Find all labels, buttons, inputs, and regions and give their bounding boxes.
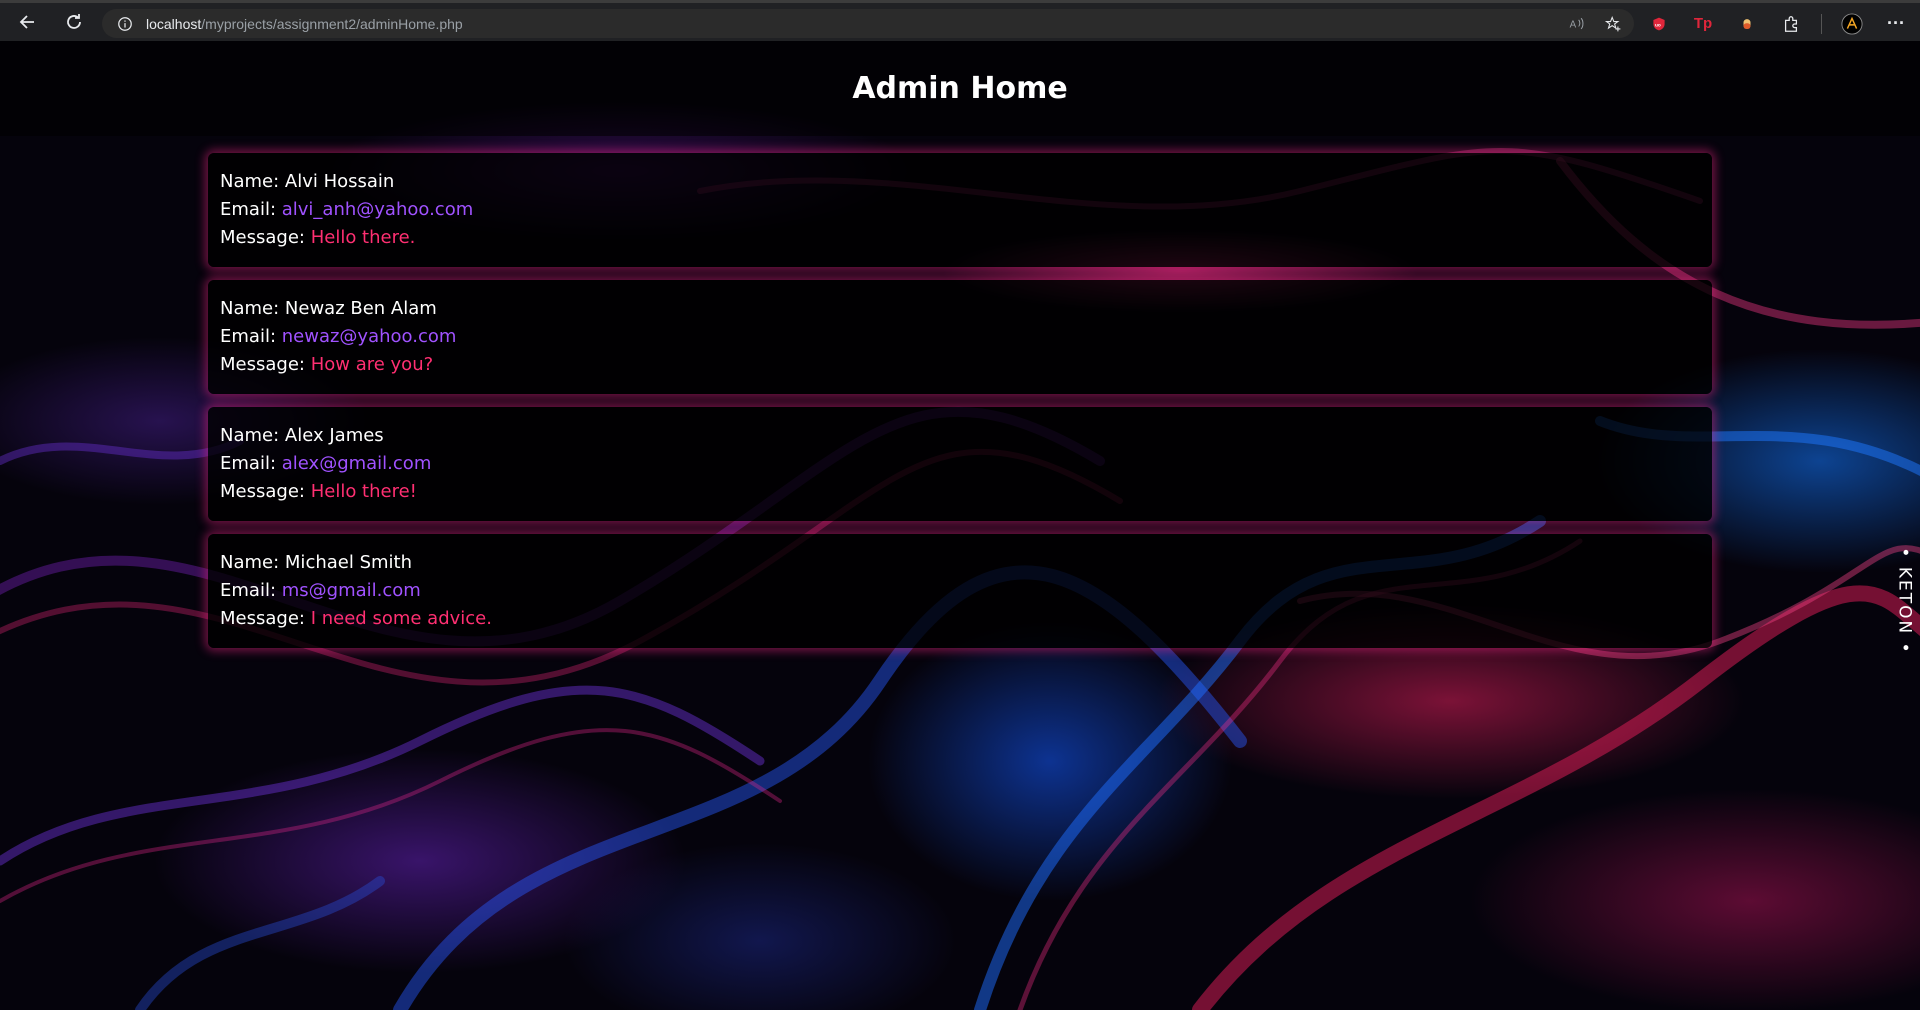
name-line: Name: Michael Smith	[220, 549, 1700, 577]
message-line: Message: I need some advice.	[220, 605, 1700, 633]
message-card: Name: Michael Smith Email: ms@gmail.com …	[208, 534, 1712, 648]
email-line: Email: alvi_anh@yahoo.com	[220, 196, 1700, 224]
message-list: Name: Alvi Hossain Email: alvi_anh@yahoo…	[208, 153, 1712, 661]
name-value: Alvi Hossain	[284, 171, 395, 192]
message-label: Message:	[220, 481, 305, 502]
email-line: Email: ms@gmail.com	[220, 577, 1700, 605]
tp-icon[interactable]: Tp	[1689, 10, 1717, 38]
browser-toolbar: localhost/myprojects/assignment2/adminHo…	[0, 0, 1920, 41]
email-label: Email:	[220, 580, 277, 601]
side-badge-text: • KETON •	[1895, 547, 1916, 655]
message-label: Message:	[220, 227, 305, 248]
side-badge[interactable]: • KETON •	[1893, 541, 1917, 661]
back-arrow-icon	[19, 15, 34, 29]
name-label: Name:	[220, 171, 280, 192]
email-line: Email: alex@gmail.com	[220, 450, 1700, 478]
extensions-area: uo Tp ···	[1645, 9, 1910, 38]
email-value: ms@gmail.com	[281, 580, 421, 601]
message-card: Name: Alvi Hossain Email: alvi_anh@yahoo…	[208, 153, 1712, 267]
site-info-icon[interactable]	[116, 15, 134, 33]
message-line: Message: How are you?	[220, 351, 1700, 379]
message-label: Message:	[220, 608, 305, 629]
email-value: alvi_anh@yahoo.com	[281, 199, 474, 220]
extensions-puzzle-icon[interactable]	[1777, 10, 1805, 38]
name-value: Alex James	[284, 425, 384, 446]
email-label: Email:	[220, 199, 277, 220]
svg-text:A: A	[1570, 19, 1577, 30]
name-value: Michael Smith	[284, 552, 412, 573]
page-title: Admin Home	[852, 71, 1068, 106]
message-value: Hello there.	[310, 227, 416, 248]
refresh-icon	[67, 14, 81, 29]
name-label: Name:	[220, 552, 280, 573]
ext-orange-icon[interactable]	[1733, 10, 1761, 38]
name-label: Name:	[220, 298, 280, 319]
message-line: Message: Hello there.	[220, 224, 1700, 252]
message-value: How are you?	[310, 354, 434, 375]
email-line: Email: newaz@yahoo.com	[220, 323, 1700, 351]
url-host: localhost	[146, 15, 202, 32]
profile-avatar[interactable]	[1838, 10, 1866, 38]
read-aloud-icon[interactable]: A	[1566, 13, 1588, 35]
more-menu-icon[interactable]: ···	[1882, 10, 1910, 38]
favorite-add-icon[interactable]	[1602, 13, 1624, 35]
page-content: Admin Home Name: Alvi Hossain Email: alv…	[0, 41, 1920, 1010]
back-button[interactable]	[10, 6, 46, 38]
message-value: Hello there!	[310, 481, 417, 502]
message-line: Message: Hello there!	[220, 478, 1700, 506]
refresh-button[interactable]	[56, 6, 92, 38]
toolbar-divider	[1821, 13, 1822, 34]
name-line: Name: Alex James	[220, 422, 1700, 450]
email-label: Email:	[220, 326, 277, 347]
svg-text:uo: uo	[1655, 23, 1661, 28]
name-value: Newaz Ben Alam	[284, 298, 437, 319]
message-value: I need some advice.	[310, 608, 492, 629]
name-line: Name: Newaz Ben Alam	[220, 295, 1700, 323]
message-card: Name: Alex James Email: alex@gmail.com M…	[208, 407, 1712, 521]
email-value: alex@gmail.com	[281, 453, 432, 474]
url-text[interactable]: localhost/myprojects/assignment2/adminHo…	[146, 16, 463, 32]
name-label: Name:	[220, 425, 280, 446]
ublock-icon[interactable]: uo	[1645, 10, 1673, 38]
message-card: Name: Newaz Ben Alam Email: newaz@yahoo.…	[208, 280, 1712, 394]
email-value: newaz@yahoo.com	[281, 326, 457, 347]
url-path: /myprojects/assignment2/adminHome.php	[201, 15, 463, 32]
address-bar[interactable]: localhost/myprojects/assignment2/adminHo…	[102, 9, 1634, 38]
message-label: Message:	[220, 354, 305, 375]
name-line: Name: Alvi Hossain	[220, 168, 1700, 196]
email-label: Email:	[220, 453, 277, 474]
